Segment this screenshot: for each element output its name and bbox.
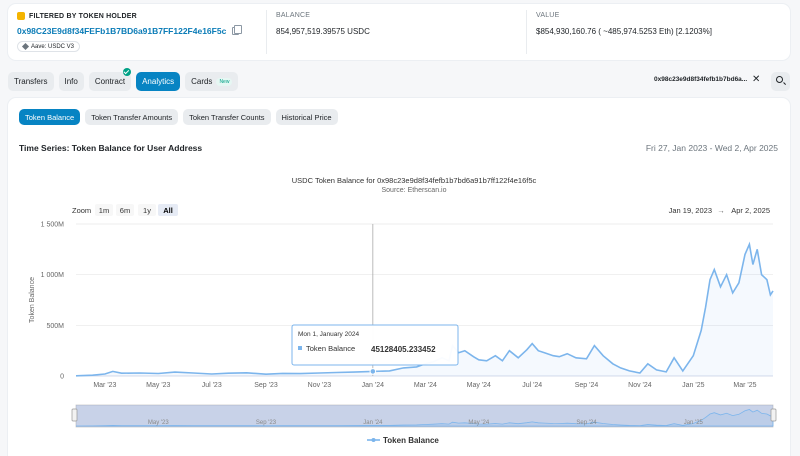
token-balance-chart[interactable]: USDC Token Balance for 0x98c23e9d8f34fef… <box>0 98 800 456</box>
chart-title: USDC Token Balance for 0x98c23e9d8f34fef… <box>292 176 537 185</box>
copy-icon[interactable] <box>232 25 243 35</box>
x-tick-label: Mar '24 <box>414 382 437 389</box>
x-tick-label: Sep '23 <box>254 382 278 389</box>
navigator-left-handle[interactable] <box>71 408 78 422</box>
divider <box>526 10 527 54</box>
range-to[interactable]: Apr 2, 2025 <box>731 206 770 215</box>
new-badge: New <box>216 77 233 86</box>
tooltip-series-marker <box>298 346 302 350</box>
tab-contract-label: Contract <box>94 77 126 86</box>
address-filter-chip[interactable]: 0x98c23e9d8f34fefb1b7bd6a... <box>654 76 747 83</box>
chart-subtitle: Source: Etherscan.io <box>382 187 447 194</box>
verified-check-icon <box>123 68 132 76</box>
tab-info-label: Info <box>64 77 78 86</box>
zoom-6m-label: 6m <box>120 206 130 215</box>
zoom-6m-button[interactable]: 6m <box>116 204 134 216</box>
holder-name-tag-label: Aave: USDC V3 <box>31 43 75 50</box>
usdc-token-icon <box>17 12 25 20</box>
holder-label-row: FILTERED BY TOKEN HOLDER <box>17 12 267 20</box>
navigator-label: May '23 <box>148 420 169 426</box>
y-tick-label: 500M <box>46 323 64 330</box>
holder-address-row: 0x98C23E9d8f34FEFb1B7BD6a91B7FF122F4e16F… <box>17 25 267 36</box>
tooltip-date: Mon 1, January 2024 <box>298 331 359 338</box>
zoom-1m-button[interactable]: 1m <box>95 204 113 216</box>
balance-label: BALANCE <box>276 12 311 19</box>
tab-info[interactable]: Info <box>58 72 84 91</box>
x-tick-label: Sep '24 <box>575 382 599 389</box>
navigator-label: Jan '24 <box>363 420 383 426</box>
zoom-1m-label: 1m <box>99 206 109 215</box>
zoom-label: Zoom <box>72 206 91 215</box>
tab-cards[interactable]: Cards New <box>185 72 239 91</box>
tab-analytics[interactable]: Analytics <box>136 72 181 91</box>
holder-column: FILTERED BY TOKEN HOLDER 0x98C23E9d8f34F… <box>17 12 267 36</box>
navigator-label: Sep '24 <box>576 420 597 426</box>
tab-transfers-label: Transfers <box>14 77 48 86</box>
zoom-1y-label: 1y <box>143 206 151 215</box>
holder-name-tag[interactable]: Aave: USDC V3 <box>17 41 81 52</box>
legend-point-symbol <box>371 438 376 442</box>
hover-point <box>369 368 377 375</box>
zoom-all-button[interactable]: All <box>158 204 178 216</box>
tooltip-value: 45128405.233452 <box>371 345 436 354</box>
value-value: $854,930,160.76 ( ~485,974.5253 Eth) [2.… <box>536 27 712 36</box>
y-axis-label: Token Balance <box>29 277 36 323</box>
y-tick-label: 0 <box>60 374 64 381</box>
zoom-1y-button[interactable]: 1y <box>138 204 156 216</box>
balance-value: 854,957,519.39575 USDC <box>276 27 370 36</box>
x-tick-label: Jan '25 <box>682 382 704 389</box>
value-label: VALUE <box>536 12 560 19</box>
navigator-label: Sep '23 <box>256 420 277 426</box>
range-arrow: → <box>717 206 725 215</box>
tooltip-series-name: Token Balance <box>306 344 355 353</box>
x-tick-label: Jan '24 <box>362 382 384 389</box>
x-tick-label: Nov '23 <box>308 382 332 389</box>
tab-analytics-label: Analytics <box>142 77 175 86</box>
x-tick-label: Jul '24 <box>522 382 542 389</box>
x-tick-label: Nov '24 <box>628 382 652 389</box>
search-icon <box>776 76 783 83</box>
x-tick-label: Jul '23 <box>202 382 222 389</box>
x-tick-label: May '23 <box>146 382 170 389</box>
main-tabs: Transfers Info Contract Analytics Cards … <box>8 68 239 91</box>
navigator[interactable]: May '23 Sep '23 Jan '24 May '24 Sep '24 Jan '… <box>71 404 777 428</box>
x-tick-labels: Mar '23 May '23 Jul '23 Sep '23 Nov '23 Jan '… <box>93 382 756 389</box>
navigator-label: May '24 <box>468 420 489 426</box>
clear-filter-close-icon[interactable]: ✕ <box>752 75 760 85</box>
y-tick-labels: 0 500M 1 000M 1 500M <box>41 222 65 381</box>
x-tick-label: Mar '25 <box>733 382 756 389</box>
legend-label: Token Balance <box>383 436 439 445</box>
tab-transfers[interactable]: Transfers <box>8 72 54 91</box>
tab-cards-label: Cards <box>191 77 213 86</box>
holder-label: FILTERED BY TOKEN HOLDER <box>29 12 137 20</box>
holder-address-link[interactable]: 0x98C23E9d8f34FEFb1B7BD6a91B7FF122F4e16F… <box>17 26 226 36</box>
tag-icon <box>21 42 30 51</box>
value-column: VALUE $854,930,160.76 ( ~485,974.5253 Et… <box>536 12 786 36</box>
zoom-all-label: All <box>163 206 173 215</box>
x-tick-label: May '24 <box>467 382 491 389</box>
y-tick-label: 1 000M <box>41 272 65 279</box>
search-button[interactable] <box>771 72 790 91</box>
navigator-label: Jan '25 <box>684 420 704 426</box>
range-from[interactable]: Jan 19, 2023 <box>669 206 712 215</box>
x-tick-label: Mar '23 <box>93 382 116 389</box>
y-tick-label: 1 500M <box>41 222 65 229</box>
legend-item-token-balance[interactable]: Token Balance <box>367 436 439 445</box>
divider <box>266 10 267 54</box>
balance-column: BALANCE 854,957,519.39575 USDC <box>276 12 526 36</box>
tab-contract[interactable]: Contract <box>88 68 132 91</box>
token-holder-summary-card: FILTERED BY TOKEN HOLDER 0x98C23E9d8f34F… <box>8 4 790 60</box>
tooltip: Mon 1, January 2024 Token Balance 451284… <box>291 324 459 366</box>
navigator-right-handle[interactable] <box>770 408 777 422</box>
